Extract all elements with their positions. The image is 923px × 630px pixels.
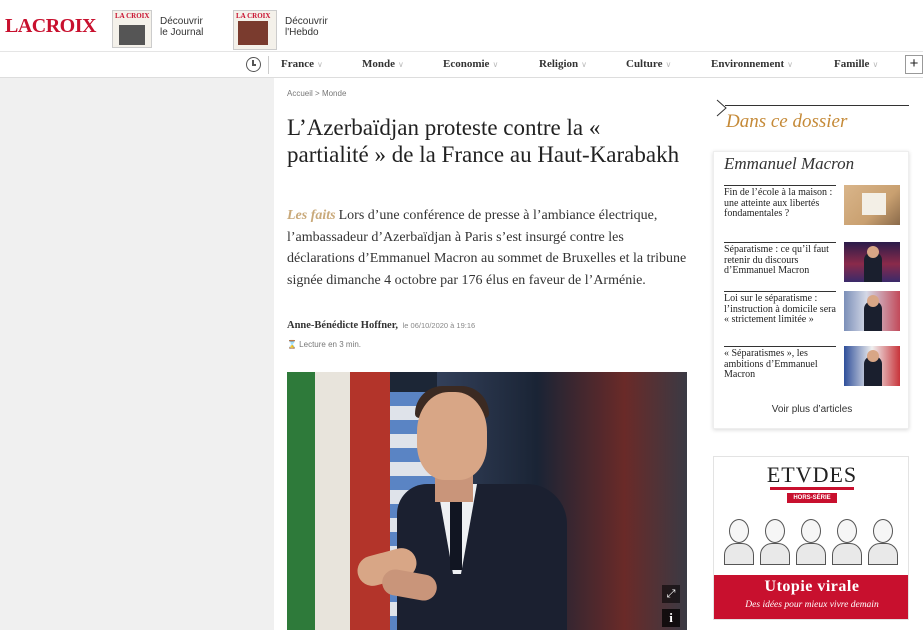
cover-image-block	[238, 21, 268, 45]
article-photo[interactable]: ⤢ i	[287, 372, 687, 630]
chevron-down-icon: ∨	[316, 60, 323, 69]
chevron-down-icon: ∨	[872, 60, 879, 69]
breadcrumb: Accueil > Monde	[287, 89, 346, 98]
ad-badge: HORS-SÉRIE	[787, 493, 837, 503]
photo-figure-head	[417, 392, 487, 480]
dossier-item[interactable]: Loi sur le séparatisme : l’instruction à…	[724, 291, 904, 335]
hebdo-cover-thumbnail: LA CROIX	[233, 10, 277, 50]
nav-item-famille[interactable]: Famille ∨	[834, 58, 878, 70]
nav-divider	[268, 56, 269, 74]
dossier-item[interactable]: Fin de l’école à la maison : une atteint…	[724, 185, 904, 229]
dossier-item[interactable]: « Séparatismes », les ambitions d’Emmanu…	[724, 346, 904, 390]
ad-portrait	[760, 519, 790, 565]
photo-flag-stripe	[350, 372, 390, 630]
site-header: LACROIX LA CROIX Découvrir le Journal LA…	[0, 0, 923, 52]
discover-journal-link[interactable]: LA CROIX Découvrir le Journal	[112, 10, 212, 48]
discover-journal-label: Découvrir le Journal	[160, 16, 204, 38]
chevron-down-icon: ∨	[787, 60, 793, 69]
cover-masthead: LA CROIX	[236, 12, 271, 20]
etudes-ad[interactable]: ETVDES HORS-SÉRIE Utopie virale Des idée…	[713, 456, 909, 620]
ad-portrait	[796, 519, 826, 565]
see-more-articles-link[interactable]: Voir plus d’articles	[714, 404, 910, 415]
cover-image-block	[119, 25, 145, 45]
ad-rule	[770, 487, 854, 490]
breadcrumb-section[interactable]: Monde	[322, 89, 346, 98]
site-logo[interactable]: LACROIX	[5, 15, 96, 38]
chevron-down-icon: ∨	[492, 60, 499, 69]
photo-flag-stripe	[287, 372, 315, 630]
chevron-down-icon: ∨	[581, 60, 587, 69]
lede-text: Lors d’une conférence de presse à l’ambi…	[287, 208, 687, 288]
article-lede: Les faits Lors d’une conférence de presse…	[287, 205, 692, 291]
ad-subline: Des idées pour mieux vivre demain	[745, 600, 879, 610]
nav-item-monde[interactable]: Monde ∨	[362, 58, 404, 70]
ad-portrait	[832, 519, 862, 565]
cover-masthead: LA CROIX	[115, 12, 150, 20]
journal-cover-thumbnail: LA CROIX	[112, 10, 152, 48]
ad-brand: ETVDES	[766, 462, 858, 487]
thumbnail-figure-head	[867, 295, 879, 307]
dossier-section-label: Dans ce dossier	[726, 111, 848, 132]
discover-hebdo-link[interactable]: LA CROIX Découvrir l'Hebdo	[233, 10, 337, 50]
dossier-item-title: Loi sur le séparatisme : l’instruction à…	[724, 291, 836, 325]
ad-headline: Utopie virale	[764, 578, 860, 595]
ad-portrait	[724, 519, 754, 565]
plus-icon[interactable]: +	[905, 55, 923, 74]
nav-item-environnement[interactable]: Environnement ∨	[711, 58, 793, 70]
nav-item-economie[interactable]: Economie ∨	[443, 58, 498, 70]
photo-figure-suit	[397, 484, 567, 630]
clock-icon[interactable]	[246, 57, 261, 72]
main-nav: France ∨ Monde ∨ Economie ∨ Religion ∨ Cultu…	[0, 52, 923, 78]
reading-time: ⌛ Lecture en 3 min.	[287, 340, 361, 349]
byline: Anne-Bénédicte Hoffner, le 06/10/2020 à …	[287, 320, 475, 331]
chevron-down-icon: ∨	[665, 60, 672, 69]
dossier-item-title: Fin de l’école à la maison : une atteint…	[724, 185, 836, 220]
nav-item-culture[interactable]: Culture ∨	[626, 58, 671, 70]
dossier-item-title: « Séparatismes », les ambitions d’Emmanu…	[724, 346, 836, 381]
dossier-rule	[725, 105, 909, 106]
chevron-down-icon: ∨	[398, 60, 404, 69]
discover-hebdo-label: Découvrir l'Hebdo	[285, 16, 328, 38]
thumbnail-figure-head	[867, 246, 879, 258]
lede-tag: Les faits	[287, 208, 336, 223]
photo-figure-tie	[450, 490, 462, 570]
breadcrumb-separator: >	[315, 89, 320, 98]
ad-banner: Utopie virale Des idées pour mieux vivre…	[714, 575, 908, 619]
dossier-item-thumbnail	[844, 346, 900, 386]
expand-icon[interactable]: ⤢	[662, 585, 680, 603]
publish-date: le 06/10/2020 à 19:16	[402, 321, 476, 330]
left-ad-space	[0, 78, 274, 630]
dossier-panel: Emmanuel Macron Fin de l’école à la mais…	[713, 151, 909, 429]
nav-item-france[interactable]: France ∨	[281, 58, 323, 70]
ad-illustration	[720, 515, 904, 571]
photo-flag-stripe	[315, 372, 350, 630]
ad-portrait	[868, 519, 898, 565]
dossier-item-thumbnail	[844, 291, 900, 331]
dossier-item[interactable]: Séparatisme : ce qu’il faut retenir du d…	[724, 242, 904, 286]
dossier-item-title: Séparatisme : ce qu’il faut retenir du d…	[724, 242, 836, 277]
info-icon[interactable]: i	[662, 609, 680, 627]
author-link[interactable]: Anne-Bénédicte Hoffner,	[287, 320, 398, 331]
dossier-title[interactable]: Emmanuel Macron	[724, 154, 854, 174]
dossier-item-thumbnail	[844, 185, 900, 225]
breadcrumb-home[interactable]: Accueil	[287, 89, 313, 98]
nav-item-religion[interactable]: Religion ∨	[539, 58, 587, 70]
thumbnail-figure-head	[867, 350, 879, 362]
article-title: L’Azerbaïdjan proteste contre la « parti…	[287, 115, 680, 167]
dossier-item-thumbnail	[844, 242, 900, 282]
